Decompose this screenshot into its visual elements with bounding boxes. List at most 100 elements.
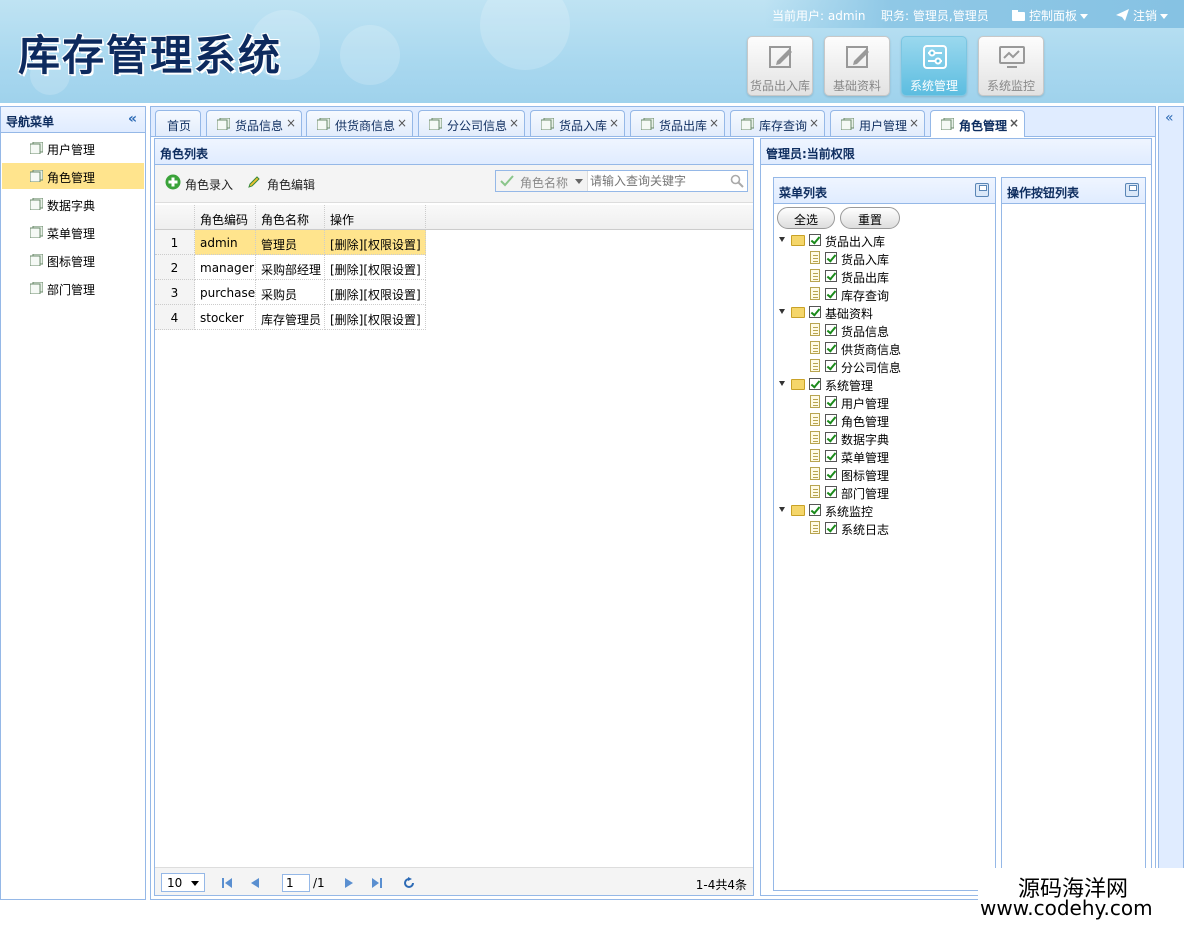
save-icon[interactable]: [975, 183, 989, 197]
logout-menu[interactable]: 注销: [1116, 7, 1169, 24]
tab-branch-info[interactable]: 分公司信息 ×: [418, 110, 525, 136]
column-header-code[interactable]: 角色编码: [195, 205, 256, 230]
checkbox-checked[interactable]: [825, 450, 837, 462]
select-all-button[interactable]: 全选: [777, 207, 835, 229]
expand-arrow-icon[interactable]: [779, 237, 785, 242]
tree-leaf[interactable]: 系统日志: [779, 520, 979, 538]
expand-arrow-icon[interactable]: [779, 309, 785, 314]
role-ops-cell[interactable]: [删除][权限设置]: [325, 255, 426, 280]
tree-node-stock-io[interactable]: 货品出入库: [779, 232, 979, 250]
east-panel-collapsed[interactable]: «: [1158, 106, 1184, 900]
reset-button[interactable]: 重置: [840, 207, 900, 229]
checkbox-checked[interactable]: [825, 432, 837, 444]
tree-leaf[interactable]: 货品信息: [779, 322, 979, 340]
tab-role-management[interactable]: 角色管理 ×: [930, 110, 1025, 137]
close-icon[interactable]: ×: [1009, 116, 1019, 130]
role-ops-cell[interactable]: [删除][权限设置]: [325, 305, 426, 330]
role-name-cell[interactable]: 管理员: [256, 230, 325, 255]
role-ops-cell[interactable]: [删除][权限设置]: [325, 280, 426, 305]
role-code-cell[interactable]: admin: [195, 230, 256, 255]
close-icon[interactable]: ×: [709, 116, 719, 130]
tree-node-basic-data[interactable]: 基础资料: [779, 304, 979, 322]
save-icon[interactable]: [1125, 183, 1139, 197]
tree-leaf[interactable]: 分公司信息: [779, 358, 979, 376]
top-button-stock-io[interactable]: 货品出入库: [747, 36, 813, 96]
first-page-icon[interactable]: [222, 878, 232, 888]
tree-node-system-monitor[interactable]: 系统监控: [779, 502, 979, 520]
nav-item-user-management[interactable]: 用户管理: [2, 135, 144, 161]
checkbox-checked[interactable]: [825, 360, 837, 372]
tab-user-management[interactable]: 用户管理 ×: [830, 110, 925, 136]
tree-leaf[interactable]: 供货商信息: [779, 340, 979, 358]
nav-item-role-management[interactable]: 角色管理: [2, 163, 144, 189]
nav-item-data-dictionary[interactable]: 数据字典: [2, 191, 144, 217]
close-icon[interactable]: ×: [509, 116, 519, 130]
top-button-system-admin[interactable]: 系统管理: [901, 36, 967, 96]
column-header-ops[interactable]: 操作: [325, 205, 426, 230]
tree-leaf[interactable]: 库存查询: [779, 286, 979, 304]
checkbox-checked[interactable]: [809, 306, 821, 318]
role-code-cell[interactable]: stocker: [195, 305, 256, 330]
role-name-cell[interactable]: 采购部经理: [256, 255, 325, 280]
expand-right-icon[interactable]: «: [1165, 110, 1174, 126]
close-icon[interactable]: ×: [909, 116, 919, 130]
checkbox-checked[interactable]: [809, 504, 821, 516]
role-code-cell[interactable]: manager: [195, 255, 256, 280]
close-icon[interactable]: ×: [286, 116, 296, 130]
top-button-basic-data[interactable]: 基础资料: [824, 36, 890, 96]
nav-item-icon-management[interactable]: 图标管理: [2, 247, 144, 273]
tab-stock-in[interactable]: 货品入库 ×: [530, 110, 625, 136]
checkbox-checked[interactable]: [825, 324, 837, 336]
tree-leaf[interactable]: 图标管理: [779, 466, 979, 484]
control-panel-menu[interactable]: 控制面板: [1012, 7, 1089, 24]
column-header-name[interactable]: 角色名称: [256, 205, 325, 230]
tab-stock-query[interactable]: 库存查询 ×: [730, 110, 825, 136]
close-icon[interactable]: ×: [397, 116, 407, 130]
collapse-left-icon[interactable]: «: [128, 111, 137, 127]
top-button-system-monitor[interactable]: 系统监控: [978, 36, 1044, 96]
tree-leaf[interactable]: 货品入库: [779, 250, 979, 268]
tree-leaf[interactable]: 货品出库: [779, 268, 979, 286]
page-size-select[interactable]: 10: [161, 873, 205, 892]
role-ops-cell[interactable]: [删除][权限设置]: [325, 230, 426, 255]
checkbox-checked[interactable]: [825, 414, 837, 426]
next-page-icon[interactable]: [345, 878, 353, 888]
tree-leaf[interactable]: 用户管理: [779, 394, 979, 412]
tree-leaf[interactable]: 部门管理: [779, 484, 979, 502]
tree-leaf[interactable]: 角色管理: [779, 412, 979, 430]
tab-stock-out[interactable]: 货品出库 ×: [630, 110, 725, 136]
search-input[interactable]: [590, 172, 725, 190]
tree-leaf[interactable]: 菜单管理: [779, 448, 979, 466]
expand-arrow-icon[interactable]: [779, 507, 785, 512]
checkbox-checked[interactable]: [825, 270, 837, 282]
search-field-selector[interactable]: 角色名称: [496, 171, 588, 191]
nav-item-department-management[interactable]: 部门管理: [2, 275, 144, 301]
checkbox-checked[interactable]: [825, 486, 837, 498]
tab-supplier-info[interactable]: 供货商信息 ×: [306, 110, 413, 136]
close-icon[interactable]: ×: [809, 116, 819, 130]
role-name-cell[interactable]: 采购员: [256, 280, 325, 305]
refresh-icon[interactable]: [403, 877, 415, 889]
prev-page-icon[interactable]: [251, 878, 259, 888]
button-list-panel: 操作按钮列表: [1001, 177, 1146, 891]
checkbox-checked[interactable]: [809, 378, 821, 390]
role-name-cell[interactable]: 库存管理员: [256, 305, 325, 330]
checkbox-checked[interactable]: [825, 468, 837, 480]
checkbox-checked[interactable]: [825, 522, 837, 534]
checkbox-checked[interactable]: [825, 396, 837, 408]
checkbox-checked[interactable]: [809, 234, 821, 246]
checkbox-checked[interactable]: [825, 342, 837, 354]
checkbox-checked[interactable]: [825, 252, 837, 264]
last-page-icon[interactable]: [372, 878, 382, 888]
tab-goods-info[interactable]: 货品信息 ×: [206, 110, 302, 136]
tree-node-system-admin[interactable]: 系统管理: [779, 376, 979, 394]
nav-item-menu-management[interactable]: 菜单管理: [2, 219, 144, 245]
tree-leaf[interactable]: 数据字典: [779, 430, 979, 448]
close-icon[interactable]: ×: [609, 116, 619, 130]
page-number-input[interactable]: [282, 874, 310, 892]
role-code-cell[interactable]: purchaser: [195, 280, 256, 305]
expand-arrow-icon[interactable]: [779, 381, 785, 386]
checkbox-checked[interactable]: [825, 288, 837, 300]
search-icon[interactable]: [730, 174, 744, 188]
tab-home[interactable]: 首页: [155, 110, 201, 136]
